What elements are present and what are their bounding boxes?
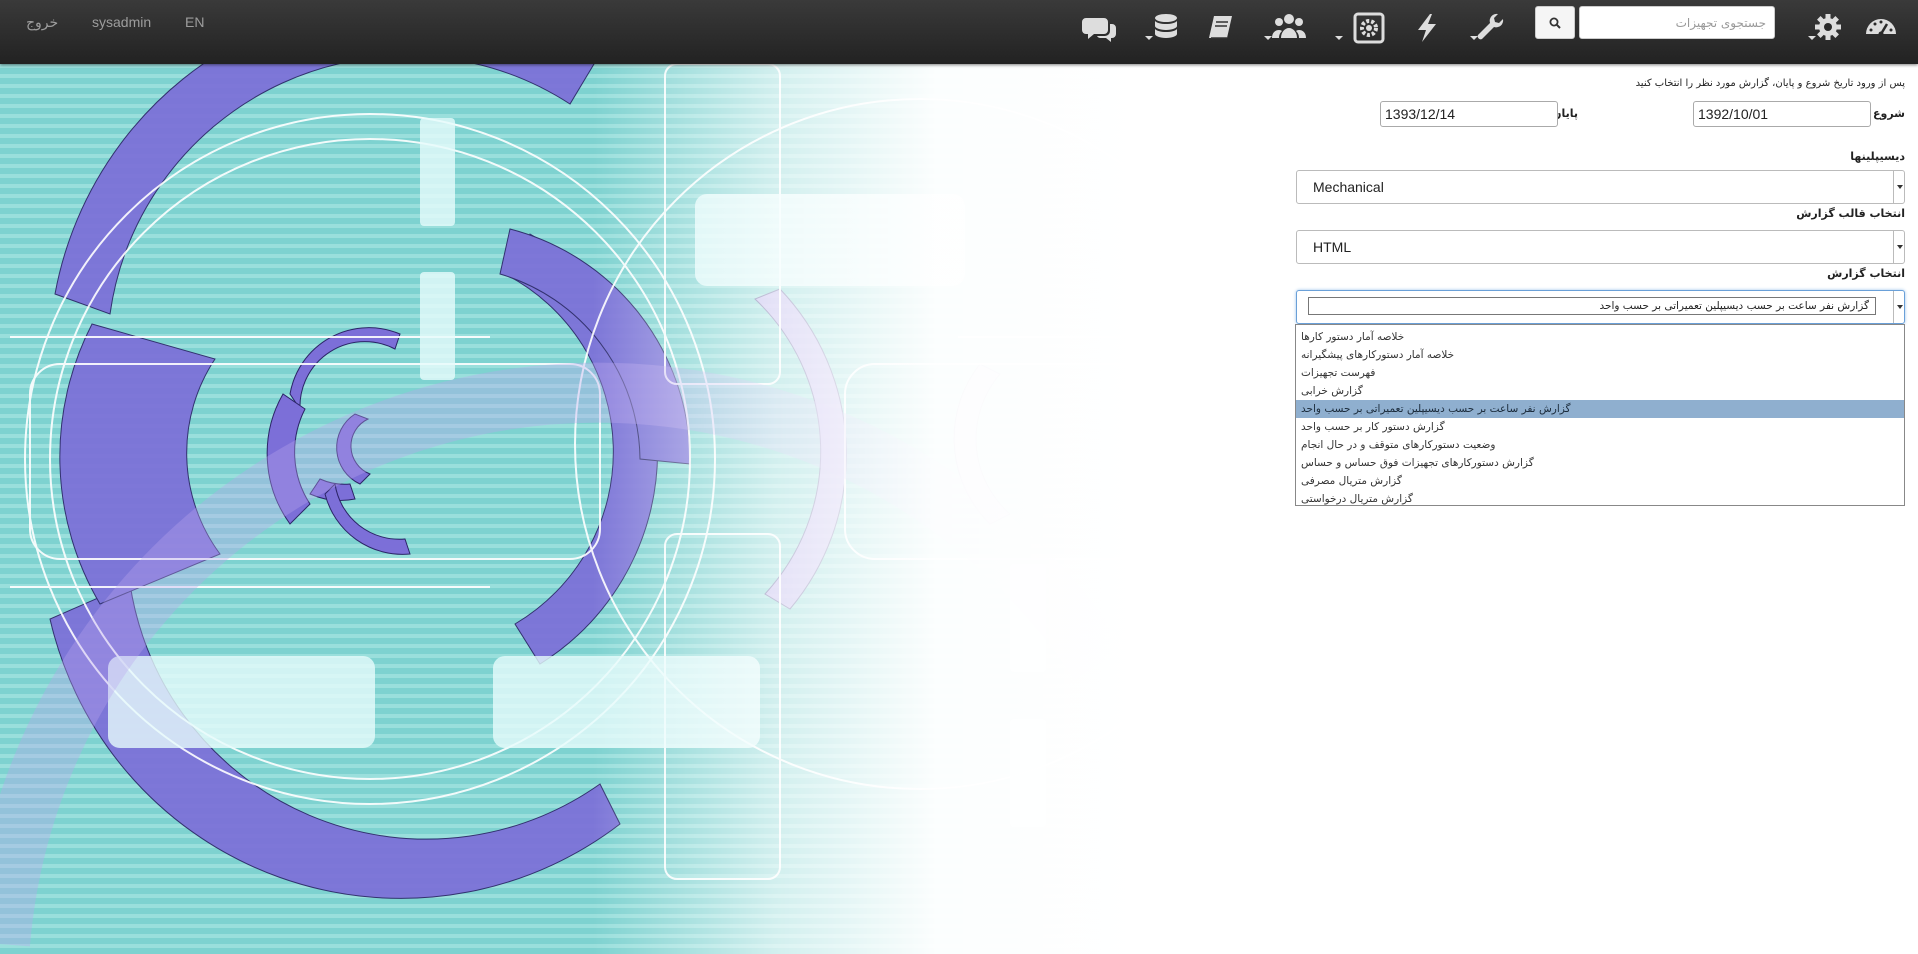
chat-icon[interactable]	[1080, 10, 1118, 46]
report-option[interactable]: وضعیت دستورکارهای متوقف و در حال انجام	[1296, 436, 1904, 454]
template-value: HTML	[1313, 239, 1352, 255]
discipline-value: Mechanical	[1313, 179, 1384, 195]
report-option[interactable]: گزارش متریال درخواستی	[1296, 490, 1904, 508]
wrench-icon[interactable]	[1470, 10, 1508, 46]
book-icon[interactable]	[1202, 10, 1240, 46]
users-icon[interactable]	[1264, 10, 1308, 46]
start-date-label: شروع	[1872, 107, 1905, 120]
discipline-label: دیسیپلینها	[1850, 150, 1905, 163]
search-icon	[1549, 17, 1561, 29]
end-date-input[interactable]	[1380, 101, 1558, 127]
report-label: انتخاب گزارش	[1827, 267, 1905, 280]
chevron-down-icon	[1893, 231, 1904, 263]
equipment-icon[interactable]	[1335, 10, 1389, 46]
report-option[interactable]: گزارش دستورکارهای تجهیزات فوق حساس و حسا…	[1296, 454, 1904, 472]
report-select[interactable]: گزارش نفر ساعت بر حسب دیسیپلین تعمیراتی …	[1296, 290, 1905, 324]
report-option[interactable]: فهرست تجهیزات	[1296, 364, 1904, 382]
lightning-icon[interactable]	[1408, 10, 1446, 46]
search-button[interactable]	[1535, 6, 1575, 39]
equipment-search-input[interactable]	[1579, 6, 1775, 39]
user-link[interactable]: sysadmin	[92, 14, 151, 30]
top-navbar: خروج sysadmin EN	[0, 0, 1918, 64]
chevron-down-icon	[1893, 291, 1904, 323]
nav-left-links: خروج sysadmin EN	[26, 14, 234, 31]
template-select[interactable]: HTML	[1296, 230, 1905, 264]
report-value: گزارش نفر ساعت بر حسب دیسیپلین تعمیراتی …	[1308, 297, 1876, 315]
report-option[interactable]: گزارش دستور کار بر حسب واحد	[1296, 418, 1904, 436]
language-link[interactable]: EN	[185, 14, 204, 30]
settings-icon[interactable]	[1808, 10, 1846, 46]
report-options-list: خلاصه آمار دستور کارها خلاصه آمار دستورک…	[1295, 324, 1905, 506]
report-option-selected[interactable]: گزارش نفر ساعت بر حسب دیسیپلین تعمیراتی …	[1296, 400, 1904, 418]
dashboard-icon[interactable]	[1862, 10, 1900, 46]
instruction-text: پس از ورود تاریخ شروع و پایان، گزارش مور…	[1635, 78, 1905, 89]
chevron-down-icon	[1893, 171, 1904, 203]
background-artwork	[0, 64, 1140, 954]
logout-link[interactable]: خروج	[26, 14, 58, 30]
report-option[interactable]: گزارش متریال مصرفی	[1296, 472, 1904, 490]
database-icon[interactable]	[1145, 10, 1183, 46]
discipline-select[interactable]: Mechanical	[1296, 170, 1905, 204]
report-option[interactable]: خلاصه آمار دستورکارهای پیشگیرانه	[1296, 346, 1904, 364]
report-option[interactable]: گزارش خرابی	[1296, 382, 1904, 400]
template-label: انتخاب قالب گزارش	[1796, 207, 1905, 220]
report-option[interactable]: خلاصه آمار دستور کارها	[1296, 328, 1904, 346]
tech-circles-illustration	[0, 64, 1140, 954]
start-date-input[interactable]	[1693, 101, 1871, 127]
